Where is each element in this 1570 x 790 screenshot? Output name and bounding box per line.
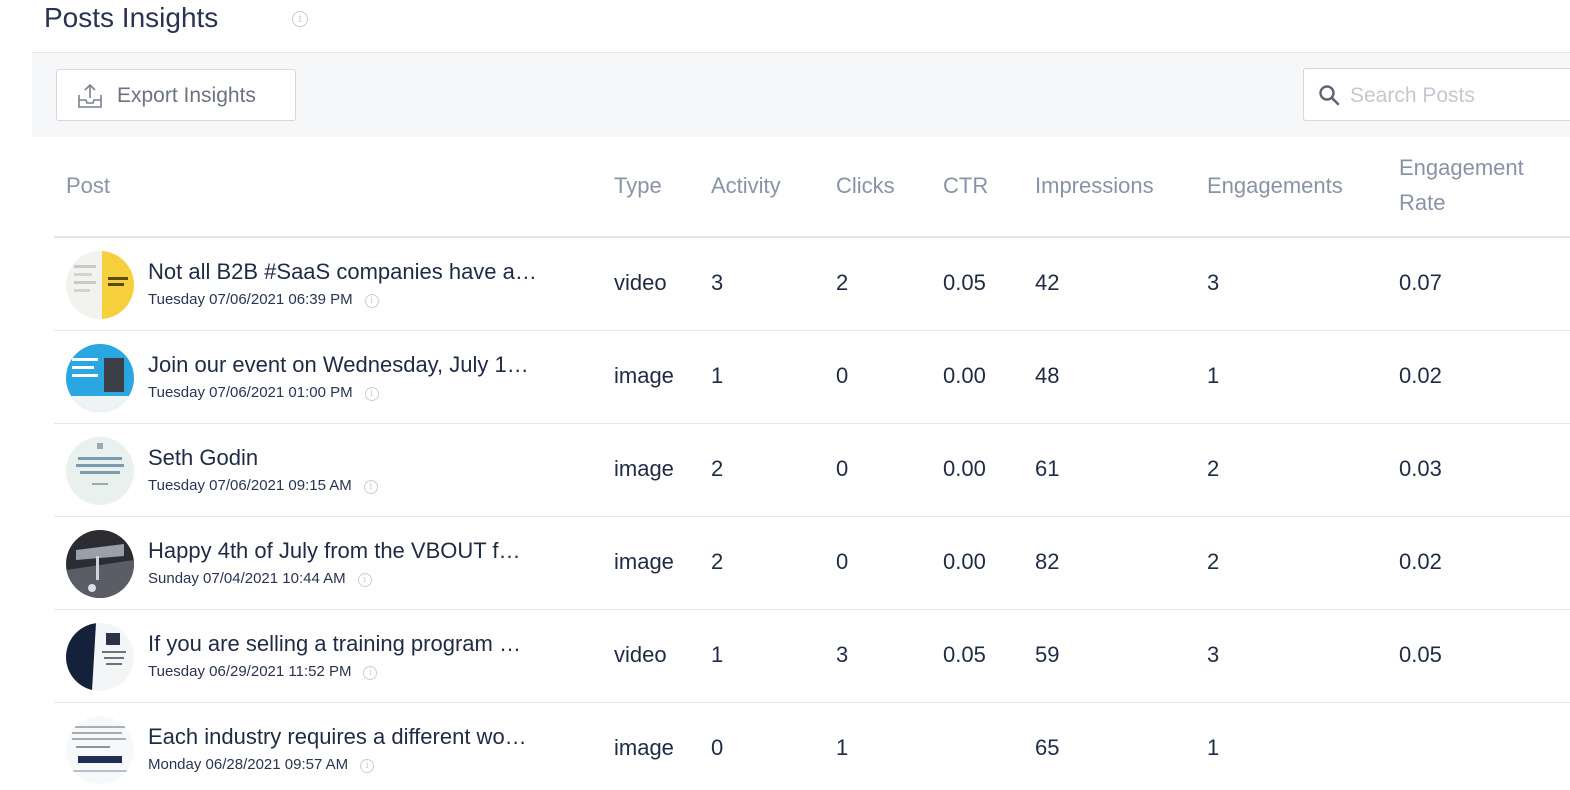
cell-impressions: 59: [1035, 642, 1060, 667]
table-row[interactable]: Seth Godin Tuesday 07/06/2021 09:15 AM i …: [54, 424, 1570, 517]
cell-impressions: 82: [1035, 549, 1060, 574]
column-header-ctr[interactable]: CTR: [943, 168, 988, 203]
info-icon[interactable]: i: [364, 387, 379, 401]
cell-clicks: 1: [836, 735, 849, 760]
cell-ctr: 0.00: [943, 456, 986, 481]
cell-engagements: 1: [1207, 363, 1220, 388]
column-header-engagement-rate[interactable]: Engagement Rate: [1399, 150, 1524, 220]
page-title: Posts Insights: [44, 2, 219, 33]
post-date: Tuesday 07/06/2021 09:15 AM i: [148, 476, 378, 496]
cell-activity: 2: [711, 456, 724, 481]
post-thumbnail: [66, 530, 134, 598]
cell-impressions: 65: [1035, 735, 1060, 760]
post-title[interactable]: Happy 4th of July from the VBOUT f…: [148, 537, 578, 565]
table-row[interactable]: If you are selling a training program … …: [54, 610, 1570, 703]
engagement-rate-line2: Rate: [1399, 190, 1446, 215]
post-thumbnail: [66, 623, 134, 691]
cell-engagement-rate: 0.02: [1399, 363, 1442, 388]
cell-type: image: [614, 456, 674, 481]
table-row[interactable]: Each industry requires a different wo… M…: [54, 703, 1570, 790]
post-date: Tuesday 07/06/2021 06:39 PM i: [148, 290, 379, 310]
column-header-clicks[interactable]: Clicks: [836, 168, 895, 203]
info-icon[interactable]: i: [360, 759, 375, 773]
info-icon[interactable]: i: [363, 480, 378, 494]
cell-type: video: [614, 270, 667, 295]
post-title[interactable]: Join our event on Wednesday, July 1…: [148, 351, 578, 379]
export-insights-label: Export Insights: [117, 84, 256, 107]
cell-clicks: 0: [836, 456, 849, 481]
cell-engagement-rate: 0.07: [1399, 270, 1442, 295]
cell-type: image: [614, 363, 674, 388]
post-thumbnail: [66, 716, 134, 784]
cell-engagement-rate: 0.03: [1399, 456, 1442, 481]
cell-impressions: 42: [1035, 270, 1060, 295]
post-date-text: Tuesday 07/06/2021 09:15 AM: [148, 477, 352, 494]
post-thumbnail: [66, 251, 134, 319]
cell-type: video: [614, 642, 667, 667]
cell-ctr: 0.05: [943, 642, 986, 667]
info-icon[interactable]: i: [357, 573, 372, 587]
post-title[interactable]: Not all B2B #SaaS companies have a…: [148, 258, 578, 286]
column-header-impressions[interactable]: Impressions: [1035, 168, 1154, 203]
cell-ctr: 0.00: [943, 549, 986, 574]
cell-engagements: 2: [1207, 549, 1220, 574]
cell-clicks: 2: [836, 270, 849, 295]
info-icon[interactable]: i: [292, 11, 308, 27]
info-icon[interactable]: i: [364, 294, 379, 308]
post-date: Tuesday 06/29/2021 11:52 PM i: [148, 662, 378, 682]
engagement-rate-line1: Engagement: [1399, 155, 1524, 180]
post-title[interactable]: If you are selling a training program …: [148, 630, 578, 658]
table-row[interactable]: Not all B2B #SaaS companies have a… Tues…: [54, 238, 1570, 331]
title-bar: Posts Insights i: [0, 0, 1570, 52]
cell-ctr: 0.00: [943, 363, 986, 388]
search-icon: [1319, 85, 1340, 106]
table-row[interactable]: Join our event on Wednesday, July 1… Tue…: [54, 331, 1570, 424]
cell-impressions: 61: [1035, 456, 1060, 481]
post-title[interactable]: Each industry requires a different wo…: [148, 723, 578, 751]
cell-activity: 2: [711, 549, 724, 574]
post-date-text: Tuesday 07/06/2021 06:39 PM: [148, 291, 353, 308]
info-icon[interactable]: i: [363, 666, 378, 680]
cell-activity: 1: [711, 363, 724, 388]
cell-ctr: 0.05: [943, 270, 986, 295]
cell-clicks: 3: [836, 642, 849, 667]
column-header-activity[interactable]: Activity: [711, 168, 781, 203]
post-date: Sunday 07/04/2021 10:44 AM i: [148, 569, 372, 589]
export-insights-button[interactable]: Export Insights: [56, 69, 296, 121]
cell-type: image: [614, 735, 674, 760]
cell-activity: 0: [711, 735, 724, 760]
cell-clicks: 0: [836, 549, 849, 574]
cell-engagement-rate: 0.05: [1399, 642, 1442, 667]
column-header-type[interactable]: Type: [614, 168, 662, 203]
table-header: Post Type Activity Clicks CTR Impression…: [54, 136, 1570, 238]
cell-engagements: 2: [1207, 456, 1220, 481]
cell-engagements: 3: [1207, 642, 1220, 667]
post-date-text: Monday 06/28/2021 09:57 AM: [148, 756, 349, 773]
cell-engagements: 1: [1207, 735, 1220, 760]
posts-insights-page: Posts Insights i Export Insights Post Ty…: [0, 0, 1570, 790]
posts-table: Post Type Activity Clicks CTR Impression…: [54, 136, 1570, 790]
export-icon: [78, 83, 102, 108]
column-header-engagements[interactable]: Engagements: [1207, 168, 1343, 203]
search-input[interactable]: [1348, 77, 1570, 115]
post-title[interactable]: Seth Godin: [148, 444, 578, 472]
cell-activity: 1: [711, 642, 724, 667]
column-header-post[interactable]: Post: [66, 168, 110, 203]
search-box[interactable]: [1303, 68, 1570, 121]
post-date-text: Sunday 07/04/2021 10:44 AM: [148, 570, 346, 587]
cell-type: image: [614, 549, 674, 574]
cell-clicks: 0: [836, 363, 849, 388]
post-thumbnail: [66, 344, 134, 412]
post-date: Tuesday 07/06/2021 01:00 PM i: [148, 383, 379, 403]
cell-activity: 3: [711, 270, 724, 295]
cell-engagements: 3: [1207, 270, 1220, 295]
post-thumbnail: [66, 437, 134, 505]
toolbar: Export Insights: [32, 52, 1570, 137]
cell-impressions: 48: [1035, 363, 1060, 388]
post-date-text: Tuesday 07/06/2021 01:00 PM: [148, 384, 353, 401]
cell-engagement-rate: 0.02: [1399, 549, 1442, 574]
post-date-text: Tuesday 06/29/2021 11:52 PM: [148, 663, 352, 680]
table-row[interactable]: Happy 4th of July from the VBOUT f… Sund…: [54, 517, 1570, 610]
post-date: Monday 06/28/2021 09:57 AM i: [148, 755, 375, 775]
